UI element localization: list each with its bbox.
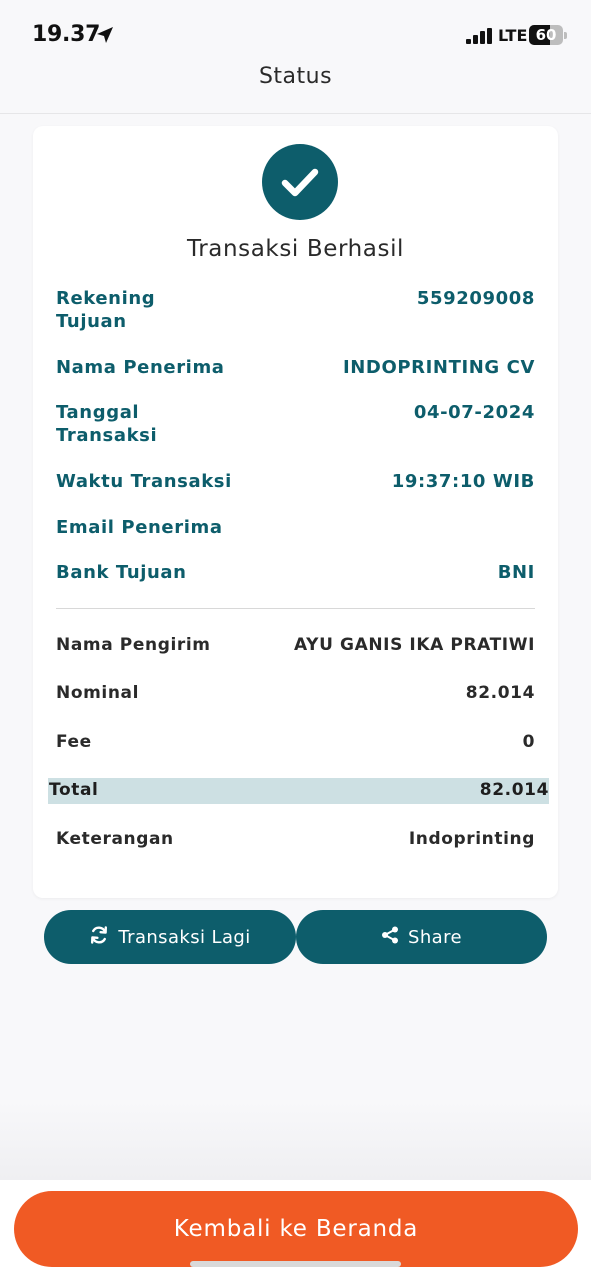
summary-label: Nama Pengirim bbox=[56, 635, 211, 655]
success-title: Transaksi Berhasil bbox=[186, 236, 405, 262]
detail-label: Waktu Transaksi bbox=[56, 471, 232, 492]
status-time: 19.37 bbox=[32, 22, 101, 47]
detail-label: Tanggal Transaksi bbox=[56, 402, 158, 446]
detail-value: 19:37:10 WIB bbox=[391, 471, 535, 492]
signal-icon bbox=[466, 28, 494, 48]
bottom-fade bbox=[0, 1100, 591, 1180]
refresh-icon bbox=[89, 925, 109, 950]
summary-label: Nominal bbox=[56, 683, 140, 703]
total-value: 82.014 bbox=[479, 780, 549, 800]
summary-value: 82.014 bbox=[465, 683, 535, 703]
summary-value: 0 bbox=[522, 732, 535, 752]
check-icon bbox=[262, 144, 338, 220]
transaksi-lagi-button[interactable]: Transaksi Lagi bbox=[44, 910, 296, 964]
kembali-ke-beranda-button[interactable]: Kembali ke Beranda bbox=[14, 1191, 578, 1267]
total-row: Total 82.014 bbox=[48, 778, 549, 804]
detail-label: Bank Tujuan bbox=[56, 562, 187, 583]
divider bbox=[56, 608, 535, 609]
location-arrow-icon bbox=[95, 25, 115, 49]
page-title: Status bbox=[258, 64, 333, 89]
detail-label: Rekening Tujuan bbox=[56, 288, 156, 332]
summary-label: Fee bbox=[56, 732, 92, 752]
battery-level: 60 bbox=[535, 26, 557, 44]
home-indicator[interactable] bbox=[190, 1261, 401, 1267]
network-type: LTE bbox=[498, 26, 528, 45]
share-icon bbox=[381, 926, 399, 949]
nav-header: Status bbox=[0, 62, 591, 114]
note-value: Indoprinting bbox=[408, 829, 535, 849]
share-button[interactable]: Share bbox=[296, 910, 547, 964]
battery-icon: 60 bbox=[529, 25, 567, 45]
transaksi-lagi-label: Transaksi Lagi bbox=[118, 926, 251, 948]
detail-value: 559209008 bbox=[416, 288, 535, 309]
detail-value: INDOPRINTING CV bbox=[342, 357, 535, 378]
detail-label: Nama Penerima bbox=[56, 357, 225, 378]
detail-label: Email Penerima bbox=[56, 517, 223, 538]
detail-value: 04-07-2024 bbox=[413, 402, 535, 423]
share-label: Share bbox=[408, 926, 462, 948]
detail-value: BNI bbox=[497, 562, 535, 583]
summary-value: AYU GANIS IKA PRATIWI bbox=[294, 635, 535, 655]
kembali-ke-beranda-label: Kembali ke Beranda bbox=[173, 1216, 419, 1242]
status-bar: 19.37 LTE 60 bbox=[0, 0, 591, 62]
note-label: Keterangan bbox=[56, 829, 174, 849]
total-label: Total bbox=[49, 780, 99, 800]
receipt-card: Transaksi Berhasil Rekening Tujuan 55920… bbox=[33, 126, 558, 898]
